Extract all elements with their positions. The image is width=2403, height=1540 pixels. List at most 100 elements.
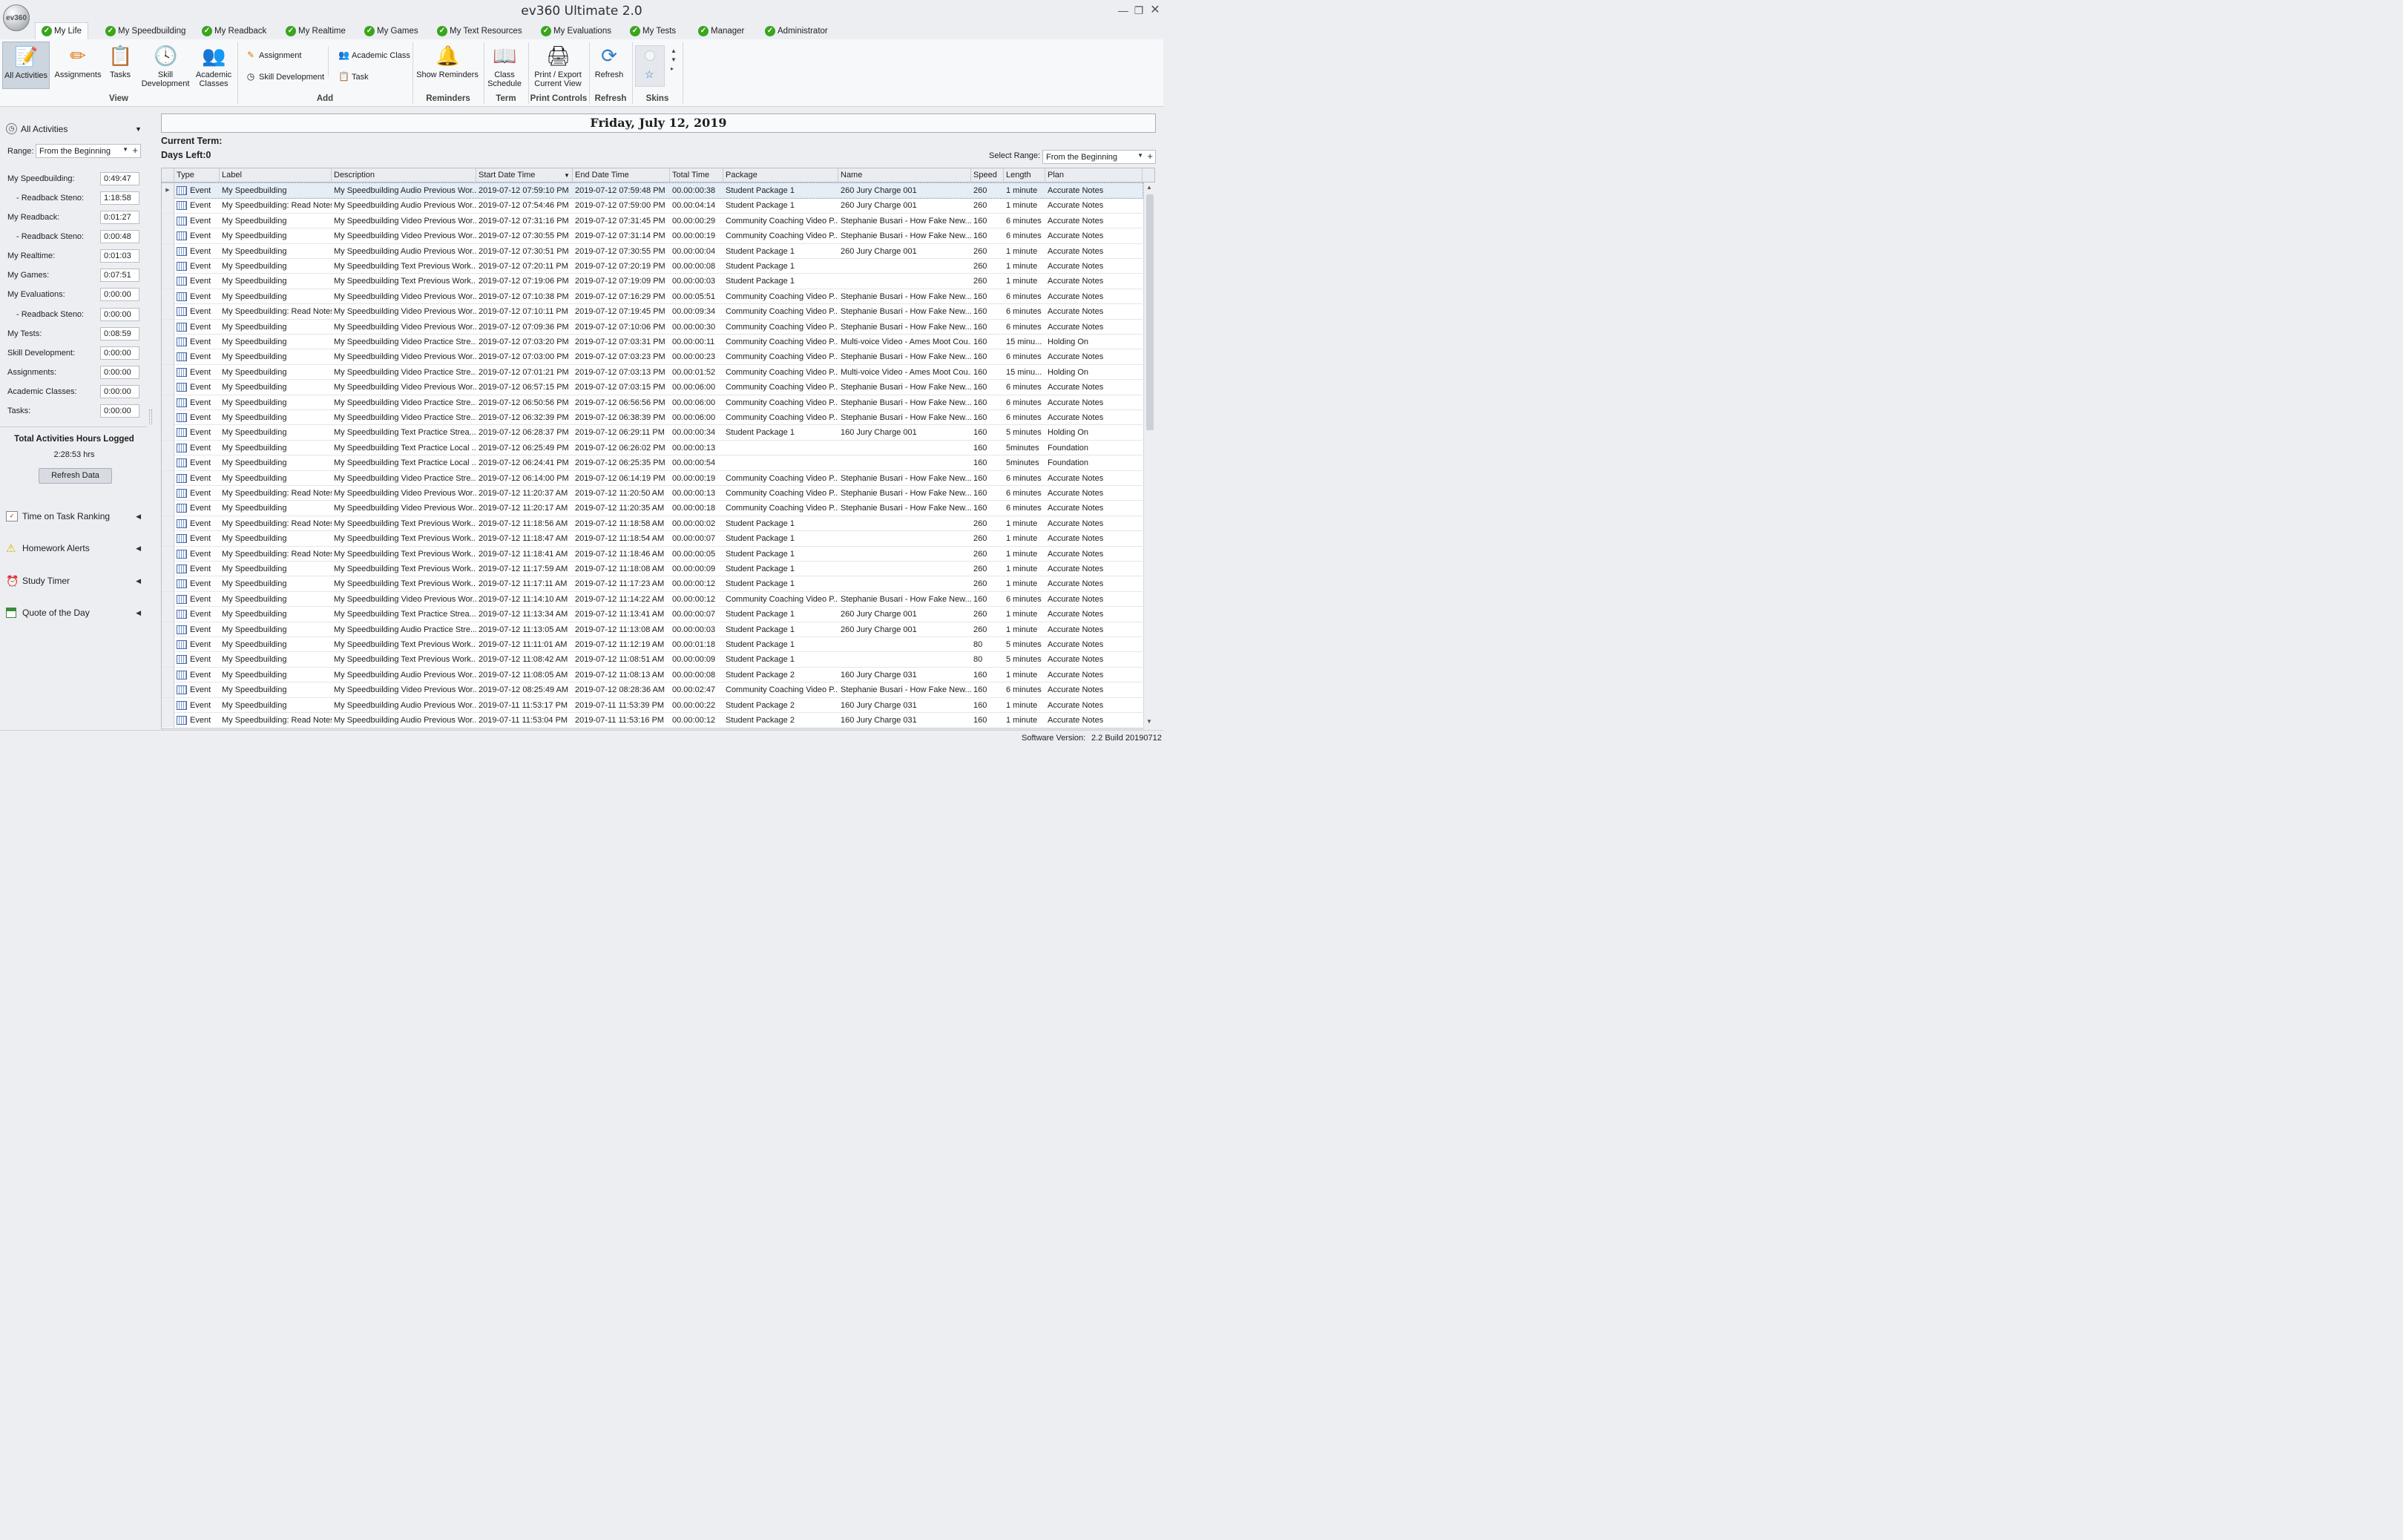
row-indicator[interactable]	[162, 380, 174, 395]
row-indicator[interactable]	[162, 576, 174, 592]
tasks-button[interactable]: 📋 Tasks	[104, 42, 137, 89]
table-row[interactable]: Event My Speedbuilding My Speedbuilding Te…	[162, 562, 1143, 577]
close-icon[interactable]: ✕	[1148, 4, 1162, 17]
row-indicator[interactable]	[162, 228, 174, 244]
tab-manager[interactable]: ✓ Manager	[698, 22, 744, 39]
row-indicator[interactable]	[162, 470, 174, 486]
app-logo[interactable]: ev360	[3, 4, 30, 31]
assignments-button[interactable]: ✏ Assignments	[53, 42, 102, 89]
sort-descending-icon[interactable]: ▼	[564, 172, 570, 179]
refresh-data-button[interactable]: Refresh Data	[39, 468, 112, 484]
tab-administrator[interactable]: ✓ Administrator	[765, 22, 828, 39]
show-reminders-button[interactable]: 🔔 Show Reminders	[415, 42, 479, 89]
section-time-on-task-ranking[interactable]: ✓ Time on Task Ranking ◀	[6, 507, 144, 526]
column-header-label[interactable]: Label	[220, 168, 332, 182]
table-row[interactable]: Event My Speedbuilding My Speedbuilding Vi…	[162, 289, 1143, 305]
row-indicator[interactable]	[162, 364, 174, 380]
chevron-down-icon[interactable]: ▼	[1137, 152, 1143, 159]
table-row[interactable]: Event My Speedbuilding My Speedbuilding Vi…	[162, 228, 1143, 244]
row-indicator[interactable]	[162, 198, 174, 214]
row-indicator[interactable]	[162, 335, 174, 349]
print-export-button[interactable]: 🖨 Print / Export Current View	[530, 42, 586, 89]
row-indicator[interactable]	[162, 274, 174, 289]
row-indicator[interactable]	[162, 562, 174, 576]
row-indicator[interactable]	[162, 304, 174, 320]
table-row[interactable]: Event My Speedbuilding My Speedbuilding Vi…	[162, 591, 1143, 608]
range-select[interactable]: From the Beginning ▼ +	[36, 144, 141, 158]
table-row[interactable]: Event My Speedbuilding: Read Notes My Spee…	[162, 546, 1143, 562]
table-row[interactable]: Event My Speedbuilding My Speedbuilding Te…	[162, 455, 1143, 471]
table-row[interactable]: Event My Speedbuilding My Speedbuilding Au…	[162, 667, 1143, 683]
table-row[interactable]: Event My Speedbuilding My Speedbuilding Au…	[162, 243, 1143, 259]
table-row[interactable]: Event My Speedbuilding My Speedbuilding Vi…	[162, 335, 1143, 350]
row-indicator[interactable]	[162, 637, 174, 652]
table-row[interactable]: Event My Speedbuilding My Speedbuilding Vi…	[162, 213, 1143, 229]
column-header-speed[interactable]: Speed	[971, 168, 1004, 182]
scroll-down-icon[interactable]: ▼	[1146, 718, 1152, 725]
section-quote-of-the-day[interactable]: Quote of the Day ◀	[6, 603, 144, 622]
all-activities-button[interactable]: 📝 All Activities	[2, 42, 50, 89]
row-indicator[interactable]	[162, 455, 174, 471]
row-indicator[interactable]	[162, 259, 174, 274]
select-range-dropdown[interactable]: From the Beginning ▼ +	[1042, 150, 1156, 164]
table-row[interactable]: Event My Speedbuilding My Speedbuilding Vi…	[162, 470, 1143, 486]
add-assignment-button[interactable]: ✎ Assignment	[246, 50, 302, 60]
collapse-arrow-icon[interactable]: ◀	[136, 544, 141, 553]
chevron-down-icon[interactable]: ▼	[122, 146, 128, 153]
table-row[interactable]: Event My Speedbuilding: Read Notes My Spee…	[162, 304, 1143, 320]
section-study-timer[interactable]: ⏰ Study Timer ◀	[6, 571, 144, 590]
tab-my-realtime[interactable]: ✓ My Realtime	[286, 22, 346, 39]
row-indicator[interactable]	[162, 546, 174, 562]
table-row[interactable]: Event My Speedbuilding My Speedbuilding Vi…	[162, 501, 1143, 516]
tab-my-readback[interactable]: ✓ My Readback	[202, 22, 266, 39]
skill-development-button[interactable]: 🕓 Skill Development	[139, 42, 191, 89]
row-indicator[interactable]	[162, 410, 174, 425]
scrollbar-thumb[interactable]	[1146, 194, 1154, 430]
tab-my-tests[interactable]: ✓ My Tests	[630, 22, 676, 39]
splitter-handle[interactable]	[149, 409, 152, 424]
table-row[interactable]: Event My Speedbuilding My Speedbuilding Te…	[162, 531, 1143, 547]
table-row[interactable]: Event My Speedbuilding My Speedbuilding Vi…	[162, 349, 1143, 365]
add-academic-class-button[interactable]: 👥 Academic Class	[338, 50, 410, 60]
row-indicator[interactable]	[162, 289, 174, 304]
row-indicator[interactable]	[162, 622, 174, 637]
table-row[interactable]: ▶ Event My Speedbuilding My Speedbuilding A…	[162, 182, 1143, 200]
row-indicator[interactable]	[162, 243, 174, 259]
table-row[interactable]: Event My Speedbuilding: Read Notes My Spee…	[162, 713, 1143, 728]
row-indicator[interactable]	[162, 531, 174, 547]
table-row[interactable]: Event My Speedbuilding My Speedbuilding Au…	[162, 622, 1143, 637]
table-row[interactable]: Event My Speedbuilding My Speedbuilding Te…	[162, 259, 1143, 274]
table-row[interactable]: Event My Speedbuilding My Speedbuilding Te…	[162, 274, 1143, 289]
tab-my-games[interactable]: ✓ My Games	[364, 22, 418, 39]
table-row[interactable]: Event My Speedbuilding My Speedbuilding Vi…	[162, 364, 1143, 381]
column-header-start-date-time[interactable]: Start Date Time	[476, 168, 573, 182]
maximize-icon[interactable]: ❐	[1132, 4, 1145, 17]
column-header-end-date-time[interactable]: End Date Time	[573, 168, 670, 182]
skin-scroll-arrows-icon[interactable]: ▲ ▼ ▸	[671, 47, 677, 73]
tab-my-text-resources[interactable]: ✓ My Text Resources	[437, 22, 522, 39]
row-indicator[interactable]	[162, 682, 174, 698]
minimize-icon[interactable]: —	[1117, 4, 1130, 17]
dropdown-arrow-icon[interactable]: ▼	[135, 125, 142, 133]
column-header-length[interactable]: Length	[1004, 168, 1045, 182]
add-skill-development-button[interactable]: ◷ Skill Development	[246, 71, 324, 82]
row-indicator[interactable]	[162, 349, 174, 365]
column-header-total-time[interactable]: Total Time	[670, 168, 723, 182]
row-indicator[interactable]	[162, 667, 174, 682]
tab-my-life[interactable]: ✓ My Life	[35, 22, 89, 39]
column-header-package[interactable]: Package	[723, 168, 838, 182]
current-row-indicator-icon[interactable]: ▶	[162, 183, 174, 198]
plus-icon[interactable]: +	[132, 145, 138, 156]
table-row[interactable]: Event My Speedbuilding My Speedbuilding Te…	[162, 652, 1143, 668]
row-indicator[interactable]	[162, 425, 174, 441]
table-row[interactable]: Event My Speedbuilding My Speedbuilding Vi…	[162, 380, 1143, 395]
table-row[interactable]: Event My Speedbuilding My Speedbuilding Te…	[162, 440, 1143, 456]
row-indicator[interactable]	[162, 652, 174, 668]
row-indicator[interactable]	[162, 395, 174, 410]
star-icon[interactable]: ☆	[645, 68, 654, 81]
table-row[interactable]: Event My Speedbuilding My Speedbuilding Vi…	[162, 682, 1143, 698]
scroll-up-icon[interactable]: ▲	[1146, 184, 1152, 191]
refresh-button[interactable]: ⟳ Refresh	[592, 42, 626, 89]
table-row[interactable]: Event My Speedbuilding: Read Notes My Spee…	[162, 516, 1143, 532]
row-indicator[interactable]	[162, 486, 174, 501]
